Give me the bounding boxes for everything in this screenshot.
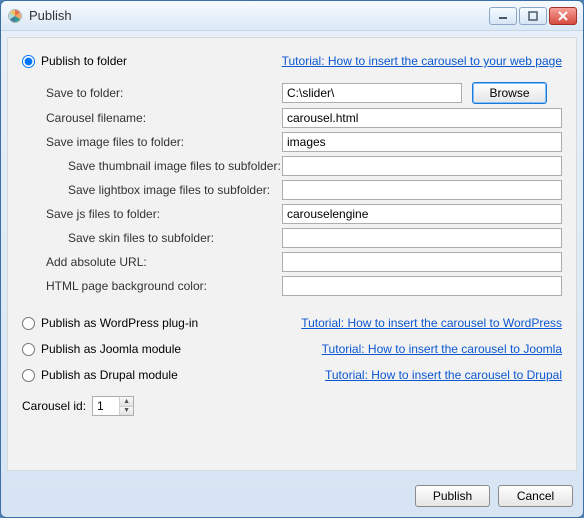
window-controls (489, 7, 577, 25)
publish-folder-option[interactable]: Publish to folder (22, 54, 127, 68)
thumb-subfolder-label: Save thumbnail image files to subfolder: (46, 159, 282, 173)
titlebar: Publish (1, 1, 583, 31)
skin-subfolder-label: Save skin files to subfolder: (46, 231, 282, 245)
tutorial-link-webpage[interactable]: Tutorial: How to insert the carousel to … (282, 54, 562, 68)
close-button[interactable] (549, 7, 577, 25)
minimize-icon (498, 11, 508, 21)
filename-label: Carousel filename: (46, 111, 282, 125)
carousel-id-label: Carousel id: (22, 399, 86, 413)
publish-button[interactable]: Publish (415, 485, 490, 507)
publish-drupal-radio[interactable] (22, 369, 35, 382)
js-folder-input[interactable] (282, 204, 562, 224)
publish-dialog: Publish Publish to folder Tutorial: How … (0, 0, 584, 518)
lightbox-subfolder-label: Save lightbox image files to subfolder: (46, 183, 282, 197)
maximize-icon (528, 11, 538, 21)
publish-folder-radio[interactable] (22, 55, 35, 68)
bg-color-label: HTML page background color: (46, 279, 282, 293)
tutorial-link-joomla[interactable]: Tutorial: How to insert the carousel to … (322, 342, 562, 356)
save-folder-label: Save to folder: (46, 86, 282, 100)
publish-wordpress-label: Publish as WordPress plug-in (41, 316, 198, 330)
publish-wordpress-radio[interactable] (22, 317, 35, 330)
spinner-down-icon[interactable]: ▼ (120, 407, 133, 416)
images-folder-input[interactable] (282, 132, 562, 152)
publish-folder-row: Publish to folder Tutorial: How to inser… (22, 54, 562, 68)
publish-joomla-option[interactable]: Publish as Joomla module (22, 342, 181, 356)
bg-color-input[interactable] (282, 276, 562, 296)
publish-drupal-option[interactable]: Publish as Drupal module (22, 368, 178, 382)
publish-folder-label: Publish to folder (41, 54, 127, 68)
js-folder-label: Save js files to folder: (46, 207, 282, 221)
filename-input[interactable] (282, 108, 562, 128)
carousel-id-spinner[interactable]: ▲ ▼ (92, 396, 134, 416)
lightbox-subfolder-input[interactable] (282, 180, 562, 200)
dialog-footer: Publish Cancel (1, 477, 583, 517)
maximize-button[interactable] (519, 7, 547, 25)
browse-button[interactable]: Browse (472, 82, 547, 104)
publish-wordpress-option[interactable]: Publish as WordPress plug-in (22, 316, 198, 330)
carousel-id-row: Carousel id: ▲ ▼ (22, 396, 562, 416)
tutorial-link-drupal[interactable]: Tutorial: How to insert the carousel to … (325, 368, 562, 382)
publish-joomla-radio[interactable] (22, 343, 35, 356)
publish-drupal-row: Publish as Drupal module Tutorial: How t… (22, 368, 562, 382)
absolute-url-input[interactable] (282, 252, 562, 272)
cancel-button[interactable]: Cancel (498, 485, 573, 507)
images-folder-label: Save image files to folder: (46, 135, 282, 149)
close-icon (558, 11, 568, 21)
spinner-up-icon[interactable]: ▲ (120, 397, 133, 407)
skin-subfolder-input[interactable] (282, 228, 562, 248)
minimize-button[interactable] (489, 7, 517, 25)
publish-joomla-label: Publish as Joomla module (41, 342, 181, 356)
thumb-subfolder-input[interactable] (282, 156, 562, 176)
carousel-id-input[interactable] (93, 397, 119, 415)
absolute-url-label: Add absolute URL: (46, 255, 282, 269)
publish-wordpress-row: Publish as WordPress plug-in Tutorial: H… (22, 316, 562, 330)
publish-drupal-label: Publish as Drupal module (41, 368, 178, 382)
window-title: Publish (29, 8, 489, 23)
dialog-content: Publish to folder Tutorial: How to inser… (7, 37, 577, 471)
publish-folder-form: Save to folder: Browse Carousel filename… (46, 78, 562, 300)
app-icon (7, 8, 23, 24)
tutorial-link-wordpress[interactable]: Tutorial: How to insert the carousel to … (301, 316, 562, 330)
publish-joomla-row: Publish as Joomla module Tutorial: How t… (22, 342, 562, 356)
save-folder-input[interactable] (282, 83, 462, 103)
